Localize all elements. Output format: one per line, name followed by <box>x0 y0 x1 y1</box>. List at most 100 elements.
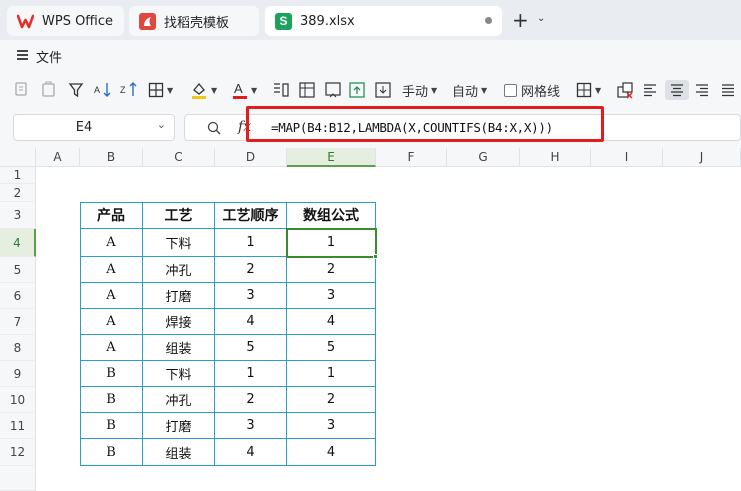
row-header-7[interactable]: 7 <box>0 309 36 335</box>
row-header-11[interactable]: 11 <box>0 413 36 439</box>
rows-columns-icon[interactable] <box>298 80 316 100</box>
new-tab-button[interactable]: + <box>512 10 529 30</box>
table-cell[interactable]: B <box>80 387 143 413</box>
freeze-panes-icon[interactable] <box>348 80 366 100</box>
fill-color-button[interactable]: ▼ <box>190 80 217 100</box>
column-header-g[interactable]: G <box>447 148 520 167</box>
column-header-f[interactable]: F <box>376 148 447 167</box>
recalc-auto-button[interactable]: 自动 ▼ <box>452 80 487 100</box>
table-cell[interactable]: 3 <box>215 283 287 309</box>
row-header-8[interactable]: 8 <box>0 335 36 361</box>
table-cell[interactable]: B <box>80 361 143 387</box>
row-header-2[interactable]: 2 <box>0 184 36 202</box>
column-header-h[interactable]: H <box>520 148 591 167</box>
table-header-cell[interactable]: 工艺顺序 <box>215 202 287 229</box>
table-header-cell[interactable]: 产品 <box>80 202 143 229</box>
column-header-b[interactable]: B <box>80 148 143 167</box>
table-cell[interactable]: 组装 <box>143 439 215 466</box>
table-cell[interactable]: 冲孔 <box>143 257 215 283</box>
recalc-manual-button[interactable]: 手动 ▼ <box>402 80 437 100</box>
fill-handle[interactable] <box>373 254 378 259</box>
paste-format-icon[interactable] <box>40 80 58 100</box>
row-header-3[interactable]: 3 <box>0 202 36 229</box>
table-cell[interactable]: 焊接 <box>143 309 215 335</box>
tab-bar: WPS Office 找稻壳模板 S 389.xlsx + ⌄ <box>0 0 741 40</box>
column-header-i[interactable]: I <box>591 148 663 167</box>
row-header-10[interactable]: 10 <box>0 387 36 413</box>
table-cell[interactable]: 冲孔 <box>143 387 215 413</box>
chevron-down-icon[interactable]: ⌄ <box>537 13 545 24</box>
row-header-6[interactable]: 6 <box>0 283 36 309</box>
table-cell[interactable]: 1 <box>215 361 287 387</box>
table-cell[interactable]: 4 <box>215 439 287 466</box>
table-cell[interactable]: 4 <box>287 439 376 466</box>
spreadsheet-grid[interactable]: A B C D E F G H I J 1 2 3 4 5 6 7 8 9 10 11 12 产品 工艺 工艺顺序 数组公式 A 下料… <box>0 148 741 491</box>
clear-format-icon[interactable] <box>616 80 634 100</box>
tab-daoke-templates[interactable]: 找稻壳模板 <box>129 6 259 36</box>
table-cell[interactable]: 组装 <box>143 335 215 361</box>
justify-icon[interactable] <box>720 80 736 100</box>
chevron-down-icon[interactable]: ⌄ <box>157 118 166 131</box>
table-cell[interactable]: 2 <box>215 387 287 413</box>
select-all-corner[interactable] <box>0 148 36 167</box>
table-cell[interactable]: A <box>80 257 143 283</box>
table-cell[interactable]: A <box>80 335 143 361</box>
table-cell[interactable]: 打磨 <box>143 283 215 309</box>
table-cell[interactable]: B <box>80 413 143 439</box>
zoom-search-icon[interactable] <box>207 121 221 139</box>
table-cell[interactable]: 1 <box>287 361 376 387</box>
table-cell[interactable]: A <box>80 309 143 335</box>
table-cell[interactable]: 4 <box>287 309 376 335</box>
borders-button[interactable]: ▼ <box>148 80 173 100</box>
table-cell[interactable]: 5 <box>215 335 287 361</box>
row-header-5[interactable]: 5 <box>0 257 36 283</box>
table-header-cell[interactable]: 工艺 <box>143 202 215 229</box>
table-cell[interactable]: 3 <box>215 413 287 439</box>
table-cell[interactable]: 下料 <box>143 361 215 387</box>
column-header-d[interactable]: D <box>215 148 287 167</box>
table-cell[interactable]: 5 <box>287 335 376 361</box>
close-tab-icon[interactable] <box>485 17 492 24</box>
table-cell[interactable]: 2 <box>287 257 376 283</box>
table-cell[interactable]: 1 <box>215 229 287 257</box>
table-cell[interactable]: B <box>80 439 143 466</box>
svg-text:Z: Z <box>120 85 126 95</box>
row-header-1[interactable]: 1 <box>0 167 36 184</box>
table-cell[interactable]: A <box>80 283 143 309</box>
table-cell[interactable]: A <box>80 229 143 257</box>
row-header-4[interactable]: 4 <box>0 229 36 257</box>
file-menu[interactable]: 文件 <box>36 47 62 66</box>
format-convert-icon[interactable] <box>272 80 290 100</box>
table-cell[interactable]: 3 <box>287 283 376 309</box>
filter-icon[interactable] <box>68 80 84 100</box>
align-left-icon[interactable] <box>642 80 658 100</box>
table-header-cell[interactable]: 数组公式 <box>287 202 376 229</box>
table-cell[interactable]: 4 <box>215 309 287 335</box>
table-cell[interactable]: 2 <box>287 387 376 413</box>
name-box[interactable]: E4 ⌄ <box>13 114 175 141</box>
table-cell[interactable]: 2 <box>215 257 287 283</box>
column-header-a[interactable]: A <box>36 148 80 167</box>
gridlines-toggle[interactable]: 网格线 <box>504 80 560 100</box>
format-painter-disabled-icon[interactable] <box>14 80 32 100</box>
sort-icon[interactable]: A <box>94 80 114 100</box>
table-cell[interactable]: 下料 <box>143 229 215 257</box>
sort-descending-icon[interactable]: Z <box>120 80 140 100</box>
cell-style-button[interactable]: ▼ <box>576 80 601 100</box>
fill-down-icon[interactable] <box>374 80 392 100</box>
tab-wps-office[interactable]: WPS Office <box>7 6 124 36</box>
tab-389-xlsx[interactable]: S 389.xlsx <box>265 6 502 36</box>
column-header-j[interactable]: J <box>663 148 741 167</box>
table-cell[interactable]: 3 <box>287 413 376 439</box>
row-header-9[interactable]: 9 <box>0 361 36 387</box>
column-header-e[interactable]: E <box>287 148 376 167</box>
align-right-icon[interactable] <box>694 80 710 100</box>
column-header-c[interactable]: C <box>143 148 215 167</box>
worksheet-icon[interactable] <box>324 80 342 100</box>
gridlines-checkbox[interactable] <box>504 83 517 97</box>
row-header-12[interactable]: 12 <box>0 439 36 466</box>
align-center-icon[interactable] <box>665 80 689 100</box>
hamburger-menu-icon[interactable] <box>17 50 28 60</box>
table-cell[interactable]: 打磨 <box>143 413 215 439</box>
font-color-button[interactable]: A ▼ <box>232 80 257 100</box>
